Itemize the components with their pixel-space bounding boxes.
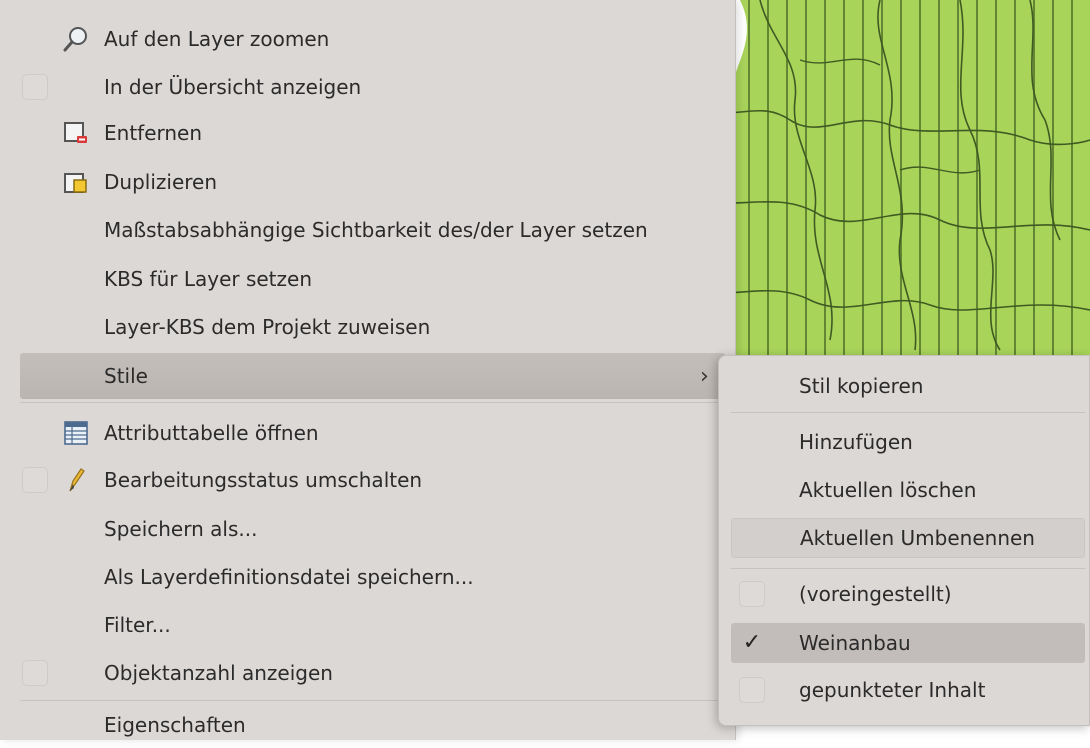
pencil-icon <box>69 468 85 492</box>
checkbox[interactable] <box>22 74 48 100</box>
menu-item-label: Maßstabsabhängige Sichtbarkeit des/der L… <box>104 218 648 242</box>
menu-item-filter[interactable]: Filter... <box>0 602 730 648</box>
menu-item-label: KBS für Layer setzen <box>104 267 312 291</box>
submenu-item-label: Weinanbau <box>799 631 911 655</box>
menu-item-remove[interactable]: Entfernen <box>0 110 730 156</box>
chevron-right-icon: › <box>700 363 709 389</box>
menu-item-label: Layer-KBS dem Projekt zuweisen <box>104 315 431 339</box>
menu-item-show-in-overview[interactable]: In der Übersicht anzeigen <box>0 64 730 110</box>
submenu-item-label: Aktuellen löschen <box>799 478 977 502</box>
menu-item-label: Bearbeitungsstatus umschalten <box>104 468 423 492</box>
submenu-item-rename-current[interactable]: Aktuellen Umbenennen <box>731 518 1085 558</box>
duplicate-layer-icon <box>64 173 87 193</box>
menu-item-show-feature-count[interactable]: Objektanzahl anzeigen <box>0 650 730 696</box>
menu-item-label: Stile <box>104 364 148 388</box>
submenu-item-copy-style[interactable]: Stil kopieren <box>719 366 1090 406</box>
menu-item-label: Speichern als... <box>104 517 258 541</box>
submenu-item-style-default[interactable]: (voreingestellt) <box>719 574 1090 614</box>
submenu-item-label: Hinzufügen <box>799 430 913 454</box>
zoom-layer-icon <box>63 27 87 52</box>
menu-separator <box>20 402 725 403</box>
submenu-item-add[interactable]: Hinzufügen <box>719 422 1090 462</box>
checkbox[interactable] <box>739 581 765 607</box>
menu-item-save-layer-definition[interactable]: Als Layerdefinitionsdatei speichern... <box>0 554 730 600</box>
checkbox[interactable] <box>739 677 765 703</box>
submenu-item-style-weinanbau[interactable]: ✓ Weinanbau <box>731 623 1085 663</box>
menu-separator <box>20 700 725 701</box>
menu-item-label: Attributtabelle öffnen <box>104 421 319 445</box>
menu-item-label: Auf den Layer zoomen <box>104 27 330 51</box>
menu-item-save-as[interactable]: Speichern als... <box>0 506 730 552</box>
styles-submenu: Stil kopieren Hinzufügen Aktuellen lösch… <box>718 355 1090 726</box>
attribute-table-icon <box>64 421 88 445</box>
submenu-separator <box>731 568 1085 569</box>
menu-item-toggle-editing[interactable]: Bearbeitungsstatus umschalten <box>0 457 730 503</box>
menu-item-set-layer-crs[interactable]: KBS für Layer setzen <box>0 256 730 302</box>
menu-item-label: Objektanzahl anzeigen <box>104 661 333 685</box>
menu-item-label: Duplizieren <box>104 170 218 194</box>
menu-item-zoom-to-layer[interactable]: Auf den Layer zoomen <box>0 16 730 62</box>
menu-item-set-project-crs[interactable]: Layer-KBS dem Projekt zuweisen <box>0 304 730 350</box>
menu-item-label: Entfernen <box>104 121 203 145</box>
layer-context-menu: Auf den Layer zoomen In der Übersicht an… <box>0 0 736 740</box>
submenu-item-label: Stil kopieren <box>799 374 924 398</box>
submenu-separator <box>731 412 1085 413</box>
menu-item-label: In der Übersicht anzeigen <box>104 75 362 99</box>
submenu-item-label: Aktuellen Umbenennen <box>800 526 1035 550</box>
menu-item-duplicate[interactable]: Duplizieren <box>0 159 730 205</box>
menu-item-label: Eigenschaften <box>104 713 246 737</box>
menu-item-label: Als Layerdefinitionsdatei speichern... <box>104 565 474 589</box>
menu-item-styles[interactable]: Stile › <box>20 353 725 399</box>
checkmark-icon[interactable]: ✓ <box>739 630 765 656</box>
menu-item-label: Filter... <box>104 613 171 637</box>
checkbox[interactable] <box>22 660 48 686</box>
remove-layer-icon <box>64 122 87 143</box>
submenu-item-label: (voreingestellt) <box>799 582 952 606</box>
checkbox[interactable] <box>22 467 48 493</box>
submenu-item-style-dotted[interactable]: gepunkteter Inhalt <box>719 670 1090 710</box>
menu-item-properties[interactable]: Eigenschaften <box>0 702 730 748</box>
menu-item-scale-visibility[interactable]: Maßstabsabhängige Sichtbarkeit des/der L… <box>0 207 730 253</box>
submenu-item-label: gepunkteter Inhalt <box>799 678 986 702</box>
menu-item-open-attribute-table[interactable]: Attributtabelle öffnen <box>0 410 730 456</box>
submenu-item-delete-current[interactable]: Aktuellen löschen <box>719 470 1090 510</box>
